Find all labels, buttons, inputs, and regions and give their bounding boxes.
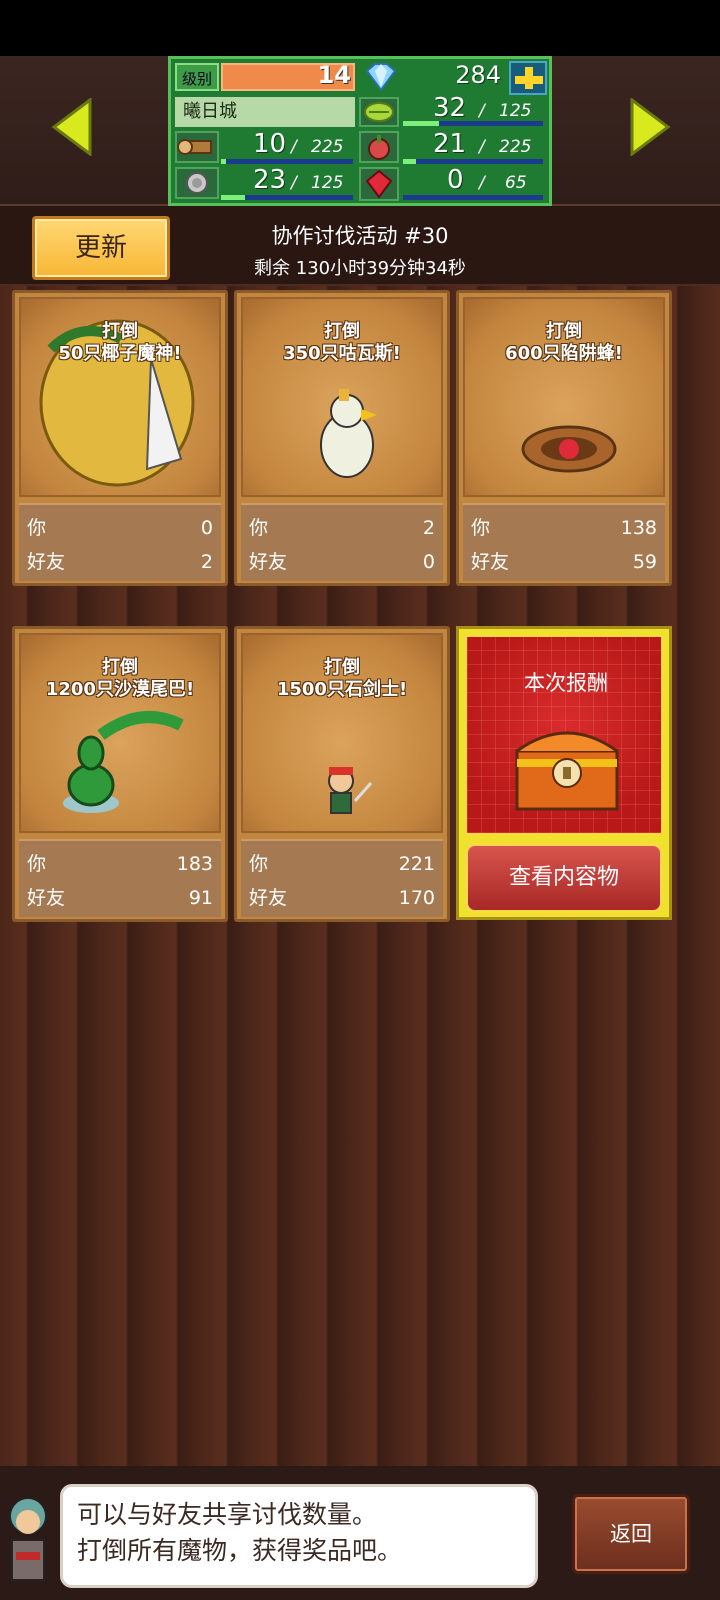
friend-count: 91 bbox=[188, 887, 213, 909]
you-label: 你 bbox=[249, 517, 269, 539]
reward-title: 本次报酬 bbox=[524, 671, 608, 695]
level-value: 14 bbox=[317, 61, 351, 89]
tip-line2: 打倒所有魔物，获得奖品吧。 bbox=[77, 1536, 403, 1565]
you-count: 221 bbox=[398, 853, 435, 875]
wood-resource: 10 / 225 bbox=[221, 129, 355, 165]
arrow-left-icon bbox=[51, 97, 92, 157]
avatar bbox=[0, 1488, 60, 1592]
grass-icon bbox=[359, 97, 399, 127]
quest-card[interactable]: 打倒 50只椰子魔神! 你0 好友 2 bbox=[12, 290, 228, 586]
stats-panel: 级别 14 284 曦日城 32 / 125 10 / 225 21 / 225… bbox=[168, 56, 552, 206]
add-gems-button[interactable] bbox=[509, 61, 547, 95]
next-arrow-button[interactable] bbox=[628, 97, 672, 157]
card-stats: 你 221 好友 170 bbox=[241, 839, 443, 917]
you-count: 138 bbox=[620, 517, 657, 539]
town-name: 曦日城 bbox=[175, 97, 355, 127]
ruby-resource: 0 / 65 bbox=[403, 165, 549, 201]
friend-label: 好友 bbox=[249, 551, 288, 573]
friend-count: 2 bbox=[200, 551, 213, 573]
friend-label: 好友 bbox=[249, 887, 288, 909]
you-label: 你 bbox=[27, 853, 47, 875]
card-title-line2: 50只椰子魔神! bbox=[58, 343, 182, 364]
reward-panel: 本次报酬 bbox=[465, 635, 663, 835]
wood-icon bbox=[175, 131, 219, 163]
grass-resource: 32 / 125 bbox=[403, 93, 549, 127]
ruby-icon bbox=[359, 167, 399, 201]
friend-count: 0 bbox=[422, 551, 435, 573]
card-title-line2: 1500只石剑士! bbox=[276, 679, 408, 700]
back-button[interactable]: 返回 bbox=[572, 1494, 690, 1574]
friend-count: 170 bbox=[398, 887, 435, 909]
card-title-line2: 350只咕瓦斯! bbox=[283, 343, 401, 364]
quest-card[interactable]: 打倒 350只咕瓦斯! 你2 好友 0 bbox=[234, 290, 450, 586]
update-button[interactable]: 更新 bbox=[32, 216, 170, 280]
stone-icon bbox=[175, 167, 219, 199]
card-stats: 你 0 好友 2 bbox=[19, 503, 221, 581]
food-resource: 21 / 225 bbox=[403, 129, 549, 165]
you-label: 你 bbox=[249, 853, 269, 875]
event-time-left: 剩余 130小时39分钟34秒 bbox=[254, 258, 466, 279]
tip-message: 可以与好友共享讨伐数量。 打倒所有魔物，获得奖品吧。 bbox=[60, 1484, 538, 1588]
card-title-line2: 600只陷阱蜂! bbox=[505, 343, 623, 364]
you-count: 0 bbox=[200, 517, 213, 539]
quest-card[interactable]: 打倒 1500只石剑士! 你 221 好友 170 bbox=[234, 626, 450, 922]
friend-label: 好友 bbox=[27, 887, 66, 909]
card-stats: 你 2 好友 0 bbox=[241, 503, 443, 581]
you-count: 2 bbox=[422, 517, 435, 539]
reward-card[interactable]: 本次报酬 查看内容物 bbox=[456, 626, 672, 920]
gem-count: 284 bbox=[455, 61, 501, 89]
level-label: 级别 bbox=[175, 63, 219, 91]
quest-card[interactable]: 打倒 1200只沙漠尾巴! 你 183 好友 91 bbox=[12, 626, 228, 922]
friend-label: 好友 bbox=[471, 551, 510, 573]
screen: 级别 14 284 曦日城 32 / 125 10 / 225 21 / 225… bbox=[0, 0, 720, 1600]
stone-resource: 23 / 125 bbox=[221, 165, 355, 201]
tip-line1: 可以与好友共享讨伐数量。 bbox=[77, 1500, 378, 1529]
arrow-right-icon bbox=[630, 97, 671, 157]
quest-card[interactable]: 打倒 600只陷阱蜂! 你 138 好友 59 bbox=[456, 290, 672, 586]
treasure-chest-icon bbox=[511, 715, 623, 815]
card-stats: 你 138 好友 59 bbox=[463, 503, 665, 581]
friend-label: 好友 bbox=[27, 551, 66, 573]
prev-arrow-button[interactable] bbox=[50, 97, 94, 157]
you-count: 183 bbox=[176, 853, 213, 875]
status-bar bbox=[0, 0, 720, 56]
view-contents-button[interactable]: 查看内容物 bbox=[465, 843, 663, 913]
card-stats: 你 183 好友 91 bbox=[19, 839, 221, 917]
friend-count: 59 bbox=[632, 551, 657, 573]
diamond-icon bbox=[361, 61, 401, 93]
card-title-line2: 1200只沙漠尾巴! bbox=[45, 679, 195, 700]
you-label: 你 bbox=[471, 517, 491, 539]
you-label: 你 bbox=[27, 517, 47, 539]
event-title: 协作讨伐活动 #30 bbox=[271, 224, 449, 248]
food-icon bbox=[359, 131, 399, 163]
